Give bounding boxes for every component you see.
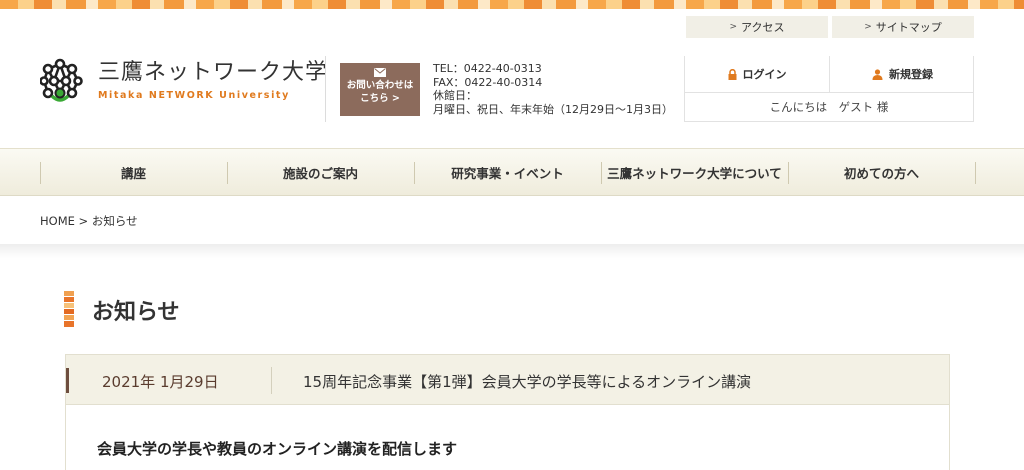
news-body: 会員大学の学長や教員のオンライン講演を配信します xyxy=(65,405,950,470)
site-logo[interactable]: 三鷹ネットワーク大学 Mitaka NETWORK University xyxy=(40,58,328,104)
greeting-text: こんにちは ゲスト 様 xyxy=(769,100,889,114)
nav-item-facilities[interactable]: 施設のご案内 xyxy=(227,149,414,195)
news-header: 2021年 1月29日 15周年記念事業【第1弾】会員大学の学長等によるオンライ… xyxy=(65,354,950,405)
page-title: お知らせ xyxy=(92,300,180,325)
breadcrumb: HOME > お知らせ xyxy=(40,213,138,229)
register-button[interactable]: 新規登録 xyxy=(830,56,975,92)
news-body-heading: 会員大学の学長や教員のオンライン講演を配信します xyxy=(97,440,458,458)
chevron-right-icon: > xyxy=(864,22,872,32)
news-title: 15周年記念事業【第1弾】会員大学の学長等によるオンライン講演 xyxy=(303,373,752,391)
mail-icon xyxy=(374,68,386,77)
closed-days: 月曜日、祝日、年末年始（12月29日〜1月3日） xyxy=(433,102,673,116)
news-header-accent xyxy=(66,368,69,393)
tel-number: TEL：0422-40-0313 xyxy=(433,62,542,75)
network-logo-icon xyxy=(40,58,83,102)
login-button[interactable]: ログイン xyxy=(685,56,830,92)
logo-subtitle: Mitaka NETWORK University xyxy=(98,90,290,101)
nav-item-research-events[interactable]: 研究事業・イベント xyxy=(414,149,601,195)
access-link[interactable]: > アクセス xyxy=(686,16,828,38)
top-decorative-stripe xyxy=(0,0,1024,9)
breadcrumb-home-link[interactable]: HOME xyxy=(40,214,75,228)
access-link-label: アクセス xyxy=(741,21,785,34)
closed-days-label: 休館日： xyxy=(433,89,477,102)
register-label: 新規登録 xyxy=(889,68,933,81)
sitemap-link[interactable]: > サイトマップ xyxy=(832,16,974,38)
breadcrumb-current: お知らせ xyxy=(91,214,138,228)
header-divider xyxy=(325,56,326,122)
contact-button-line1: お問い合わせは xyxy=(346,80,414,91)
main-nav: 講座 施設のご案内 研究事業・イベント 三鷹ネットワーク大学について 初めての方… xyxy=(0,148,1024,196)
contact-button-line2: こちら > xyxy=(360,93,400,104)
news-header-divider xyxy=(271,367,272,394)
sitemap-link-label: サイトマップ xyxy=(875,21,942,34)
nav-item-first-time[interactable]: 初めての方へ xyxy=(788,149,975,195)
user-icon xyxy=(872,68,883,80)
title-marker-icon xyxy=(64,291,74,327)
breadcrumb-separator: > xyxy=(78,214,89,228)
news-date: 2021年 1月29日 xyxy=(102,373,219,391)
lock-icon xyxy=(728,68,736,80)
logo-title: 三鷹ネットワーク大学 xyxy=(98,60,329,85)
nav-divider xyxy=(975,162,976,184)
section-shadow xyxy=(0,244,1024,258)
nav-item-courses[interactable]: 講座 xyxy=(40,149,227,195)
nav-item-about[interactable]: 三鷹ネットワーク大学について xyxy=(601,149,788,195)
account-box: ログイン 新規登録 こんにちは ゲスト 様 xyxy=(684,56,974,122)
fax-number: FAX：0422-40-0314 xyxy=(433,75,543,89)
login-label: ログイン xyxy=(742,68,787,81)
contact-info: TEL：0422-40-0313 FAX：0422-40-0314 休館日： 月… xyxy=(433,62,673,116)
contact-button[interactable]: お問い合わせは こちら > xyxy=(340,63,420,116)
chevron-right-icon: > xyxy=(729,22,738,32)
